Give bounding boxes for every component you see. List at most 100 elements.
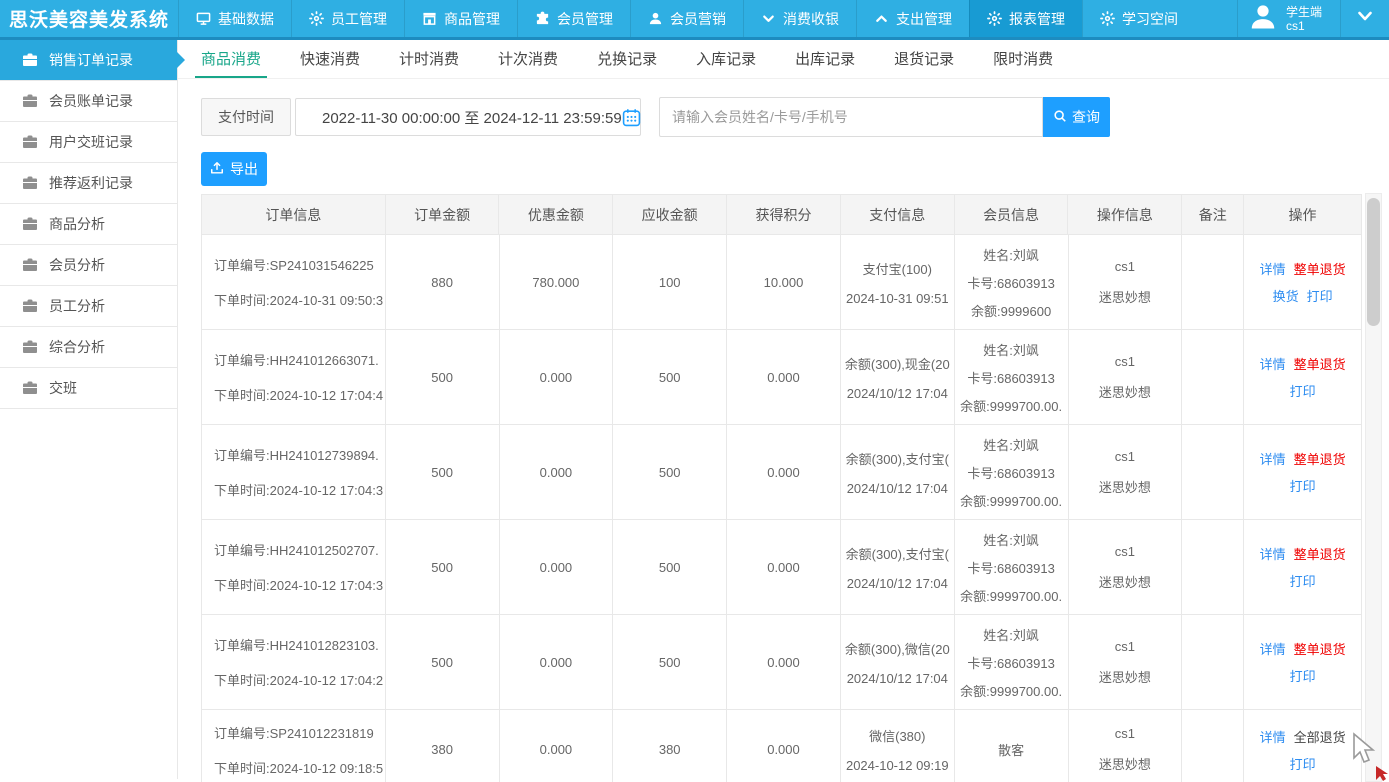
sidebar: 销售订单记录 会员账单记录 用户交班记录 推荐返利记录 商品分析 会员分析 [0, 40, 178, 779]
receivable-amount: 500 [613, 520, 727, 614]
sidebar-item-comprehensive-analysis[interactable]: 综合分析 [0, 327, 177, 368]
operator-account: cs1 [1115, 726, 1135, 741]
tab-limited-time-consumption[interactable]: 限时消费 [987, 40, 1059, 78]
brand-logo: 思沃美容美发系统 [0, 0, 178, 37]
nav-item-label: 会员管理 [557, 9, 613, 29]
print-link[interactable]: 打印 [1307, 286, 1333, 305]
points-earned: 0.000 [727, 615, 841, 709]
pay-method: 余额(300),微信(20 [845, 639, 950, 658]
table-row: 订单编号:HH241012823103. 下单时间:2024-10-12 17:… [202, 615, 1361, 710]
export-button[interactable]: 导出 [201, 152, 267, 186]
tab-return-records[interactable]: 退货记录 [888, 40, 960, 78]
member-name: 姓名:刘飒 [983, 530, 1039, 549]
sidebar-item-member-analysis[interactable]: 会员分析 [0, 245, 177, 286]
nav-item-expense[interactable]: 支出管理 [856, 0, 969, 37]
full-order-refund-link[interactable]: 整单退货 [1294, 449, 1346, 468]
calendar-icon[interactable] [622, 108, 641, 127]
operator-account: cs1 [1115, 639, 1135, 654]
order-time: 下单时间:2024-10-31 09:50:3 [214, 290, 383, 309]
sidebar-item-referral-rebates[interactable]: 推荐返利记录 [0, 163, 177, 204]
detail-link[interactable]: 详情 [1260, 727, 1286, 746]
column-header: 备注 [1182, 195, 1244, 234]
tab-outbound-records[interactable]: 出库记录 [789, 40, 861, 78]
sidebar-item-shift-records[interactable]: 用户交班记录 [0, 122, 177, 163]
nav-item-learning[interactable]: 学习空间 [1082, 0, 1195, 37]
member-balance: 余额:9999700.00. [960, 586, 1062, 605]
exchange-link[interactable]: 换货 [1273, 286, 1299, 305]
print-link[interactable]: 打印 [1290, 571, 1316, 590]
pay-time: 2024-10-31 09:51 [846, 291, 949, 306]
table-row: 订单编号:HH241012663071. 下单时间:2024-10-12 17:… [202, 330, 1361, 425]
discount-amount: 0.000 [500, 615, 614, 709]
table-header-row: 订单信息 订单金额 优惠金额 应收金额 获得积分 支付信息 会员信息 操作信息 … [202, 195, 1361, 235]
navbar-collapse-button[interactable] [1340, 0, 1389, 37]
nav-item-members[interactable]: 会员管理 [517, 0, 630, 37]
date-range-input[interactable]: 2022-11-30 00:00:00 至 2024-12-11 23:59:5… [295, 98, 641, 136]
nav-item-cashier[interactable]: 消费收银 [743, 0, 856, 37]
full-order-refund-link[interactable]: 整单退货 [1294, 544, 1346, 563]
column-header: 优惠金额 [499, 195, 613, 234]
detail-link[interactable]: 详情 [1260, 259, 1286, 278]
nav-item-staff[interactable]: 员工管理 [291, 0, 404, 37]
full-order-refund-link[interactable]: 整单退货 [1294, 639, 1346, 658]
table-row: 订单编号:HH241012502707. 下单时间:2024-10-12 17:… [202, 520, 1361, 615]
operator-store: 迷思妙想 [1099, 287, 1151, 306]
query-button-label: 查询 [1072, 107, 1100, 127]
pay-time: 2024/10/12 17:04 [847, 671, 948, 686]
member-search-input[interactable] [659, 97, 1043, 137]
column-header: 订单信息 [202, 195, 386, 234]
nav-item-base-data[interactable]: 基础数据 [178, 0, 291, 37]
order-number: 订单编号:HH241012663071. [214, 350, 379, 369]
full-order-refund-link[interactable]: 整单退货 [1294, 259, 1346, 278]
query-button[interactable]: 查询 [1043, 97, 1110, 137]
briefcase-icon [22, 93, 38, 109]
tab-goods-consumption[interactable]: 商品消费 [195, 40, 267, 78]
nav-item-goods[interactable]: 商品管理 [404, 0, 517, 37]
order-number: 订单编号:HH241012502707. [214, 540, 379, 559]
nav-item-marketing[interactable]: 会员营销 [630, 0, 743, 37]
export-button-label: 导出 [230, 159, 258, 179]
scrollbar-thumb[interactable] [1367, 198, 1380, 326]
tab-count-consumption[interactable]: 计次消费 [492, 40, 564, 78]
sidebar-item-staff-analysis[interactable]: 员工分析 [0, 286, 177, 327]
sidebar-item-sales-orders[interactable]: 销售订单记录 [0, 40, 177, 81]
nav-item-label: 会员营销 [670, 9, 726, 29]
avatar-icon [1248, 1, 1278, 36]
tab-bar: 商品消费 快速消费 计时消费 计次消费 兑换记录 入库记录 出库记录 退货记录 … [178, 40, 1389, 79]
sidebar-item-goods-analysis[interactable]: 商品分析 [0, 204, 177, 245]
nav-item-reports[interactable]: 报表管理 [969, 0, 1082, 37]
tab-quick-consumption[interactable]: 快速消费 [294, 40, 366, 78]
sidebar-item-member-bills[interactable]: 会员账单记录 [0, 81, 177, 122]
print-link[interactable]: 打印 [1290, 476, 1316, 495]
detail-link[interactable]: 详情 [1260, 354, 1286, 373]
full-order-refund-link[interactable]: 整单退货 [1294, 354, 1346, 373]
tab-exchange-records[interactable]: 兑换记录 [591, 40, 663, 78]
table-row: 订单编号:SP241012231819 下单时间:2024-10-12 09:1… [202, 710, 1361, 782]
print-link[interactable]: 打印 [1290, 754, 1316, 773]
discount-amount: 0.000 [500, 425, 614, 519]
pay-time-filter-button[interactable]: 支付时间 [201, 98, 291, 136]
member-card: 卡号:68603913 [967, 273, 1054, 292]
user-account-menu[interactable]: 学生端 cs1 [1237, 0, 1340, 37]
order-amount: 500 [386, 425, 500, 519]
table-row: 订单编号:SP241031546225 下单时间:2024-10-31 09:5… [202, 235, 1361, 330]
order-number: 订单编号:SP241031546225 [214, 255, 374, 274]
detail-link[interactable]: 详情 [1260, 544, 1286, 563]
operator-store: 迷思妙想 [1099, 382, 1151, 401]
shop-icon [422, 11, 437, 26]
pay-method: 余额(300),现金(20 [845, 354, 950, 373]
briefcase-icon [22, 257, 38, 273]
detail-link[interactable]: 详情 [1260, 449, 1286, 468]
tab-inbound-records[interactable]: 入库记录 [690, 40, 762, 78]
order-number: 订单编号:SP241012231819 [214, 723, 374, 742]
sidebar-item-shift[interactable]: 交班 [0, 368, 177, 409]
print-link[interactable]: 打印 [1290, 666, 1316, 685]
pay-method: 微信(380) [869, 726, 925, 745]
tab-timed-consumption[interactable]: 计时消费 [393, 40, 465, 78]
print-link[interactable]: 打印 [1290, 381, 1316, 400]
full-refund-link[interactable]: 全部退货 [1294, 727, 1346, 746]
points-earned: 0.000 [727, 425, 841, 519]
detail-link[interactable]: 详情 [1260, 639, 1286, 658]
points-earned: 10.000 [727, 235, 841, 329]
column-header: 支付信息 [841, 195, 955, 234]
